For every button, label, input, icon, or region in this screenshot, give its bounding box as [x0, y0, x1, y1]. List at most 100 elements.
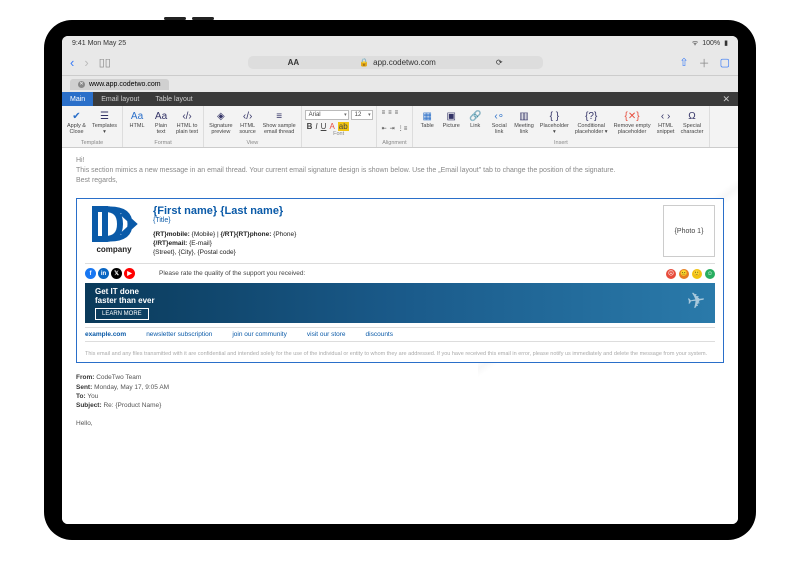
volume-button-2 [192, 17, 214, 20]
youtube-icon[interactable]: ▶ [124, 268, 135, 279]
jet-icon: ✈ [685, 287, 707, 315]
face-good-icon[interactable]: ☺ [705, 269, 715, 279]
bookmarks-icon[interactable]: ▯▯ [99, 56, 111, 69]
html-snippet-button[interactable]: ‹ ›HTML snippet [655, 108, 677, 140]
reload-icon[interactable]: ⟳ [496, 58, 503, 67]
conditional-icon: {?} [584, 109, 598, 123]
editor-content[interactable]: Hi! This section mimics a new message in… [62, 148, 738, 524]
picture-icon: ▣ [444, 109, 458, 123]
signature-title: {Title} [153, 217, 653, 224]
align-center-button[interactable]: ≡ [388, 110, 392, 125]
font-color-button[interactable]: A [329, 122, 334, 131]
convert-icon: ‹/› [180, 109, 194, 123]
logo-icon [90, 205, 138, 243]
placeholder-button[interactable]: { }Placeholder ▾ [538, 108, 571, 140]
tab-title: www.app.codetwo.com [89, 81, 161, 88]
remove-icon: {✕} [625, 109, 639, 123]
table-icon: ▦ [420, 109, 434, 123]
disclaimer-text: This email and any files transmitted wit… [77, 349, 723, 362]
link-discounts[interactable]: discounts [366, 331, 393, 338]
group-label: View [207, 140, 298, 147]
signature-name: {First name} {Last name} [153, 205, 653, 217]
italic-button[interactable]: I [315, 122, 317, 131]
tab-table-layout[interactable]: Table layout [147, 92, 200, 106]
share-icon[interactable]: ⇧ [679, 56, 688, 69]
facebook-icon[interactable]: f [85, 268, 96, 279]
highlight-button[interactable]: ab [338, 122, 349, 131]
back-button[interactable]: ‹ [70, 55, 74, 70]
rate-text: Please rate the quality of the support y… [159, 270, 305, 277]
html-format-button[interactable]: AaHTML [126, 108, 148, 140]
list-button[interactable]: ⋮≡ [398, 125, 408, 140]
learn-more-button[interactable]: LEARN MORE [95, 308, 149, 320]
social-link-button[interactable]: ‹∘Social link [488, 108, 510, 140]
lock-icon: 🔒 [359, 58, 369, 67]
link-store[interactable]: visit our store [307, 331, 346, 338]
source-icon: ‹/› [241, 109, 255, 123]
align-right-button[interactable]: ≡ [395, 110, 399, 125]
battery-text: 100% [702, 40, 720, 47]
forward-button[interactable]: › [84, 55, 88, 70]
face-ok-icon[interactable]: 🙂 [692, 269, 702, 279]
face-bad-icon[interactable]: ☹ [666, 269, 676, 279]
tablet-frame: 9:41 Mon May 25 ᯤ 100% ▮ ‹ › ▯▯ AA 🔒 app… [44, 20, 756, 540]
social-icons: f in 𝕏 ▶ [85, 268, 135, 279]
promo-banner[interactable]: Get IT donefaster than ever LEARN MORE ✈ [85, 283, 715, 323]
table-button[interactable]: ▦Table [416, 108, 438, 140]
plain-icon: Aa [154, 109, 168, 123]
photo-placeholder: {Photo 1} [663, 205, 715, 257]
intro-text: This section mimics a new message in an … [76, 167, 724, 174]
conditional-placeholder-button[interactable]: {?}Conditional placeholder ▾ [573, 108, 610, 140]
group-label: Format [126, 140, 200, 147]
sample-thread-button[interactable]: ≡Show sample email thread [261, 108, 298, 140]
close-tab-icon[interactable]: ✕ [78, 81, 85, 88]
link-website[interactable]: example.com [85, 331, 126, 338]
font-size-select[interactable]: 12 [351, 110, 373, 120]
ribbon-tab-bar: Main Email layout Table layout ✕ [62, 92, 738, 106]
face-poor-icon[interactable]: 😐 [679, 269, 689, 279]
snippet-icon: ‹ › [659, 109, 673, 123]
special-char-button[interactable]: ΩSpecial character [679, 108, 706, 140]
plain-text-button[interactable]: AaPlain text [150, 108, 172, 140]
signature-preview-button[interactable]: ◈Signature preview [207, 108, 235, 140]
logo-text: company [85, 245, 143, 254]
bold-button[interactable]: B [307, 122, 313, 131]
tab-main[interactable]: Main [62, 92, 93, 106]
browser-tabs: ✕ www.app.codetwo.com [62, 76, 738, 92]
linkedin-icon[interactable]: in [98, 268, 109, 279]
ribbon-toolbar: ✔Apply & Close ☰Templates ▾ Template AaH… [62, 106, 738, 148]
templates-button[interactable]: ☰Templates ▾ [90, 108, 119, 140]
html-source-button[interactable]: ‹/›HTML source [237, 108, 259, 140]
indent-right-button[interactable]: ⇥ [390, 125, 395, 140]
company-logo: company [85, 205, 143, 257]
browser-tab[interactable]: ✕ www.app.codetwo.com [70, 79, 169, 90]
underline-button[interactable]: U [321, 122, 327, 131]
signature-block[interactable]: company {First name} {Last name} {Title}… [76, 198, 724, 363]
address-bar[interactable]: AA 🔒 app.codetwo.com ⟳ [248, 56, 543, 69]
x-twitter-icon[interactable]: 𝕏 [111, 268, 122, 279]
calendar-icon: ▥ [517, 109, 531, 123]
greeting-text: Hi! [76, 157, 724, 164]
link-community[interactable]: join our community [232, 331, 287, 338]
preview-icon: ◈ [214, 109, 228, 123]
html-to-plain-button[interactable]: ‹/›HTML to plain text [174, 108, 200, 140]
font-name-select[interactable]: Arial [305, 110, 349, 120]
close-ribbon-icon[interactable]: ✕ [714, 94, 738, 105]
link-icon: 🔗 [468, 109, 482, 123]
link-button[interactable]: 🔗Link [464, 108, 486, 140]
browser-toolbar: ‹ › ▯▯ AA 🔒 app.codetwo.com ⟳ ⇧ ＋ ▢ [62, 50, 738, 76]
tab-email-layout[interactable]: Email layout [93, 92, 147, 106]
signature-contact: {RT}mobile: {Mobile} | {/RT}{RT}phone: {… [153, 230, 653, 257]
align-left-button[interactable]: ≡ [382, 110, 386, 125]
tabs-icon[interactable]: ▢ [720, 56, 730, 69]
status-bar: 9:41 Mon May 25 ᯤ 100% ▮ [62, 36, 738, 50]
link-newsletter[interactable]: newsletter subscription [146, 331, 212, 338]
indent-left-button[interactable]: ⇤ [382, 125, 387, 140]
new-tab-icon[interactable]: ＋ [699, 55, 710, 71]
meeting-link-button[interactable]: ▥Meeting link [512, 108, 536, 140]
templates-icon: ☰ [98, 109, 112, 123]
remove-placeholder-button[interactable]: {✕}Remove empty placeholder [612, 108, 653, 140]
picture-button[interactable]: ▣Picture [440, 108, 462, 140]
text-size-icon[interactable]: AA [288, 58, 300, 67]
apply-close-button[interactable]: ✔Apply & Close [65, 108, 88, 140]
